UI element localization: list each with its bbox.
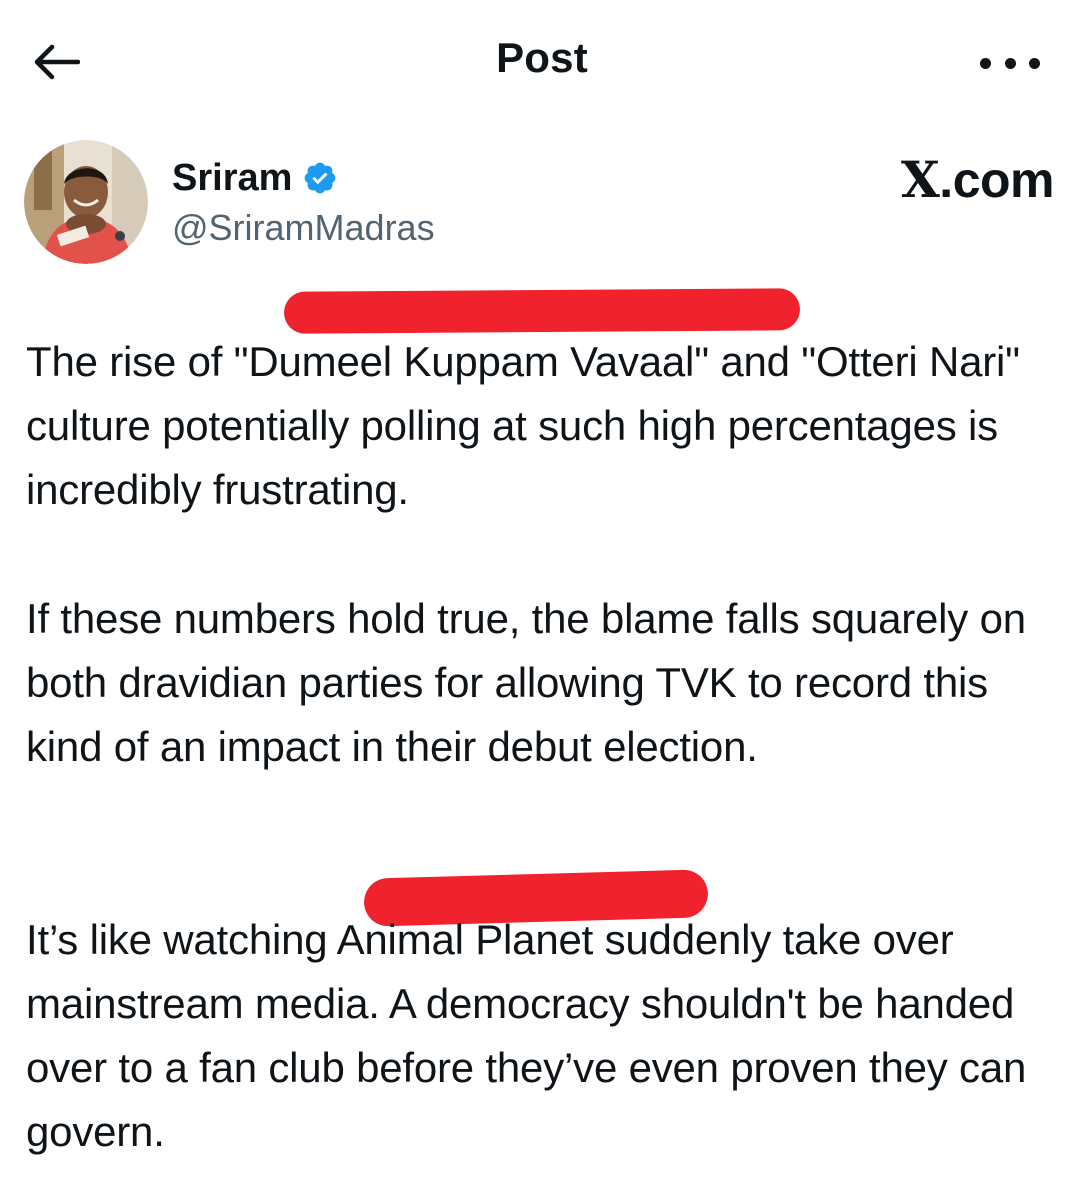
page-title: Post [496,34,588,81]
post-author: Sriram @SriramMadras X.com [24,140,1054,270]
arrow-left-icon [34,44,80,80]
display-name-row: Sriram [172,154,338,202]
back-button[interactable] [28,38,84,86]
post-text-paragraph: It’s like watching Animal Planet suddenl… [26,916,1027,1155]
post-text-paragraph: If these numbers hold true, the blame fa… [26,595,1026,770]
verified-badge-icon [305,162,336,194]
display-name[interactable]: Sriram [172,154,292,202]
post-text-paragraph: The rise of "Dumeel Kuppam Vavaal" and "… [26,338,1020,513]
more-options-button[interactable] [980,48,1040,78]
ellipsis-horizontal-icon [980,57,991,69]
x-com-watermark: X.com [901,150,1054,209]
redaction-mark [283,288,801,334]
avatar-image [24,140,148,264]
user-handle[interactable]: @SriramMadras [172,206,435,250]
avatar[interactable] [24,140,148,264]
top-bar: Post [0,0,1084,120]
